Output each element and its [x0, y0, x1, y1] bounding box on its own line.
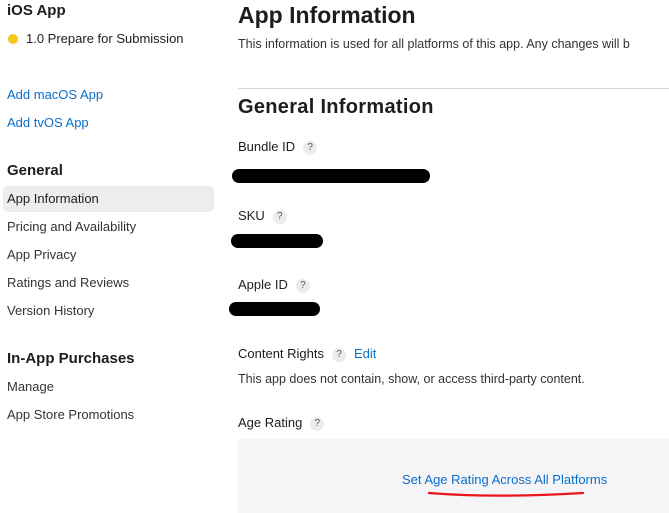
apple-id-field: Apple ID? [238, 277, 310, 293]
sidebar-item-app-store-promotions[interactable]: App Store Promotions [7, 407, 134, 422]
content-rights-field: Content Rights? Edit [238, 346, 376, 362]
bundle-id-field: Bundle ID? [238, 139, 318, 155]
sidebar-item-version-history[interactable]: Version History [7, 303, 94, 318]
section-divider [238, 88, 669, 89]
redacted-bundle-id [232, 169, 430, 183]
general-heading: General [7, 162, 63, 179]
page-title: App Information [238, 2, 416, 28]
sidebar-item-app-privacy[interactable]: App Privacy [7, 247, 76, 262]
sidebar-item-app-information[interactable]: App Information [7, 191, 99, 206]
set-age-rating-link[interactable]: Set Age Rating Across All Platforms [402, 472, 607, 487]
sku-label: SKU [238, 208, 265, 223]
sidebar-item-manage[interactable]: Manage [7, 379, 54, 394]
content-rights-value: This app does not contain, show, or acce… [238, 372, 585, 386]
add-macos-app-link[interactable]: Add macOS App [7, 87, 103, 102]
age-rating-label: Age Rating [238, 415, 303, 430]
status-dot-icon [8, 34, 18, 44]
page-description: This information is used for all platfor… [238, 37, 630, 51]
content-rights-label: Content Rights [238, 346, 324, 361]
redacted-apple-id [229, 302, 320, 316]
help-icon[interactable]: ? [332, 347, 346, 362]
version-status[interactable]: 1.0 Prepare for Submission [26, 31, 184, 46]
sidebar-item-ratings-and-reviews[interactable]: Ratings and Reviews [7, 275, 129, 290]
help-icon[interactable]: ? [295, 278, 310, 293]
sidebar-item-pricing-and-availability[interactable]: Pricing and Availability [7, 219, 136, 234]
apple-id-label: Apple ID [238, 277, 288, 292]
in-app-purchases-heading: In-App Purchases [7, 350, 135, 367]
sku-field: SKU? [238, 208, 287, 224]
bundle-id-label: Bundle ID [238, 139, 296, 154]
app-platform-title: iOS App [7, 2, 66, 19]
add-tvos-app-link[interactable]: Add tvOS App [7, 115, 89, 130]
section-title: General Information [238, 96, 434, 118]
redacted-sku [231, 234, 323, 248]
help-icon[interactable]: ? [310, 416, 325, 431]
content-rights-edit-link[interactable]: Edit [354, 346, 376, 361]
red-underline-annotation [427, 491, 585, 497]
age-rating-field: Age Rating? [238, 415, 325, 431]
help-icon[interactable]: ? [272, 209, 287, 224]
help-icon[interactable]: ? [303, 140, 318, 155]
